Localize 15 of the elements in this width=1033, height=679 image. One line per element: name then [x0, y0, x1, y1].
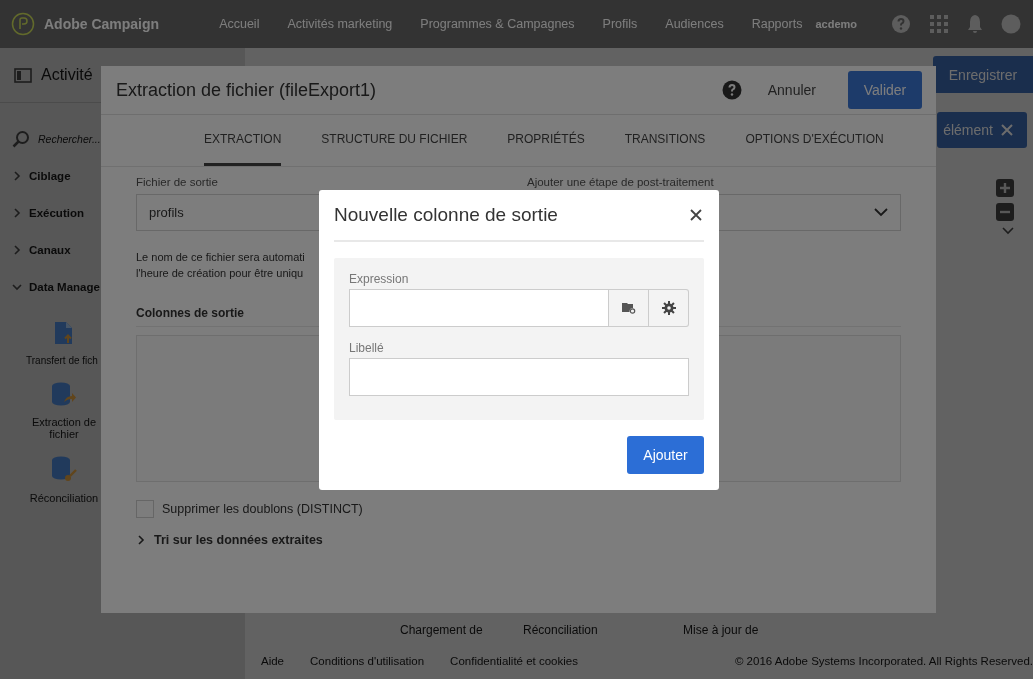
node-label: Mise à jour de	[683, 623, 759, 637]
field-label: Ajouter une étape de post-traitement	[527, 176, 714, 190]
sidebar-title: Activité	[41, 66, 93, 84]
note-text: l'heure de création pour être uniqu	[136, 266, 304, 281]
field-label: Libellé	[349, 341, 385, 355]
field-label: Fichier de sortie	[136, 176, 218, 190]
activity-label: Réconciliation	[29, 492, 99, 504]
activity-label: Transfert de fich	[26, 355, 99, 366]
activity-label: Extraction de fichier	[30, 416, 98, 440]
node-label: Réconciliation	[523, 623, 599, 637]
field-label: Expression	[349, 272, 410, 286]
node-label: Chargement de	[400, 623, 484, 637]
copyright-text: © 2016 Adobe Systems Incorporated. All Rights Reserved.	[734, 655, 1033, 667]
note-text: Le nom de ce fichier sera automati	[136, 250, 305, 265]
dialog-title: Extraction de fichier (fileExport1)	[116, 79, 378, 101]
